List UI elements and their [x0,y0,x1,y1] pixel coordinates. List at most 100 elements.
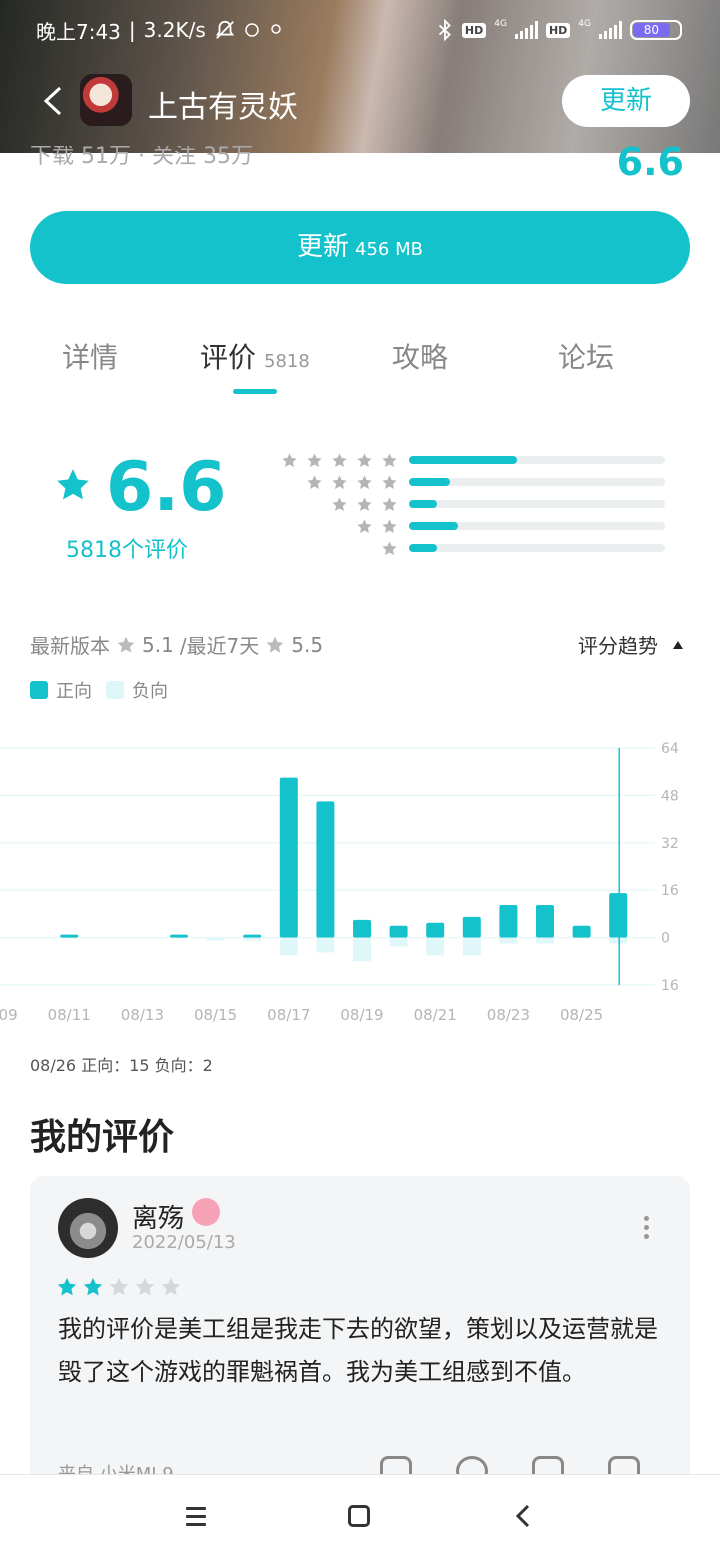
score-trend-toggle[interactable]: 评分趋势 [578,630,684,659]
y-tick-label: 64 [661,741,679,757]
distribution-bar-fill [409,478,450,486]
distribution-row [280,518,670,534]
x-tick-label: 08/21 [414,1006,457,1024]
distribution-bar-track [409,456,665,464]
bar-positive [389,925,408,938]
overall-score: 6.6 [106,448,227,527]
status-bar: 晚上7:43 | 3.2K/s HD 4G HD 4G 80 [36,14,682,46]
bluetooth-icon [438,19,451,41]
y-tick-label: 48 [661,788,679,804]
tab-indicator [233,389,277,394]
net-type: 4G [578,19,591,29]
location-icon [271,24,281,34]
review-date: 2022/05/13 [132,1232,236,1253]
distribution-stars [306,474,398,491]
star-icon [135,1277,155,1296]
x-tick-label: 08/11 [48,1006,91,1024]
app-title: 上古有灵妖 [148,90,298,125]
x-tick-label: 08/25 [560,1006,603,1024]
bar-positive [316,801,335,938]
bar-positive [462,916,481,938]
tab-reviews[interactable]: 评价 5818 [200,336,310,376]
legend-positive: 正向 [56,681,92,702]
distribution-bar-fill [409,500,438,508]
username: 离殇 [132,1204,185,1234]
menu-icon[interactable] [186,1507,206,1531]
recent-score: 5.5 [291,632,324,657]
tab-details[interactable]: 详情 [62,336,118,376]
distribution-bar-track [409,544,665,552]
rating-count: 5818个评价 [66,538,188,563]
app-icon [80,74,132,126]
distribution-row [280,452,670,468]
net-speed: 3.2K/s [143,18,206,42]
bell-muted-icon [215,20,234,39]
star-icon [57,469,89,500]
star-icon [282,453,297,467]
hd-badge: HD [461,22,487,38]
score-trend-chart[interactable]: 64 48 32 16 0 16 08/09 08/11 08/13 08/15 08/17 08/1… [0,730,720,1040]
update-download-button[interactable]: 更新 456 MB [30,211,690,284]
tab-forum[interactable]: 论坛 [558,336,614,376]
y-tick-label: 16 [661,883,679,899]
avatar[interactable] [58,1198,118,1258]
star-icon [357,519,372,533]
caret-up-icon [673,640,683,649]
legend-negative: 负向 [132,681,168,702]
back-arrow-icon[interactable] [40,86,66,116]
star-icon [266,636,284,653]
distribution-row [280,496,670,512]
y-tick-label: 0 [661,931,670,947]
bar-negative [426,937,445,956]
legend-swatch-negative [106,681,124,699]
bar-negative [279,937,298,956]
star-icon [307,475,322,489]
star-icon [109,1277,129,1296]
distribution-bar-fill [409,522,458,530]
star-icon [382,453,397,467]
user-rating [56,1276,182,1298]
distribution-stars [281,452,398,469]
distribution-row [280,540,670,556]
x-tick-label: 08/23 [487,1006,530,1024]
star-icon [382,519,397,533]
star-icon [332,497,347,511]
distribution-bar-fill [409,544,438,552]
bar-negative [389,937,408,947]
star-icon [307,453,322,467]
header-update-button[interactable]: 更新 [562,75,690,127]
tab-bar: 详情 评价 5818 攻略 论坛 [0,336,720,386]
star-icon [357,475,372,489]
signal-icon [599,21,622,39]
star-icon [332,475,347,489]
more-options-icon[interactable] [644,1216,650,1239]
star-icon [332,453,347,467]
bar-positive [609,893,628,938]
tab-guides[interactable]: 攻略 [392,336,448,376]
star-icon [382,475,397,489]
distribution-bar-track [409,500,665,508]
x-tick-label: 08/15 [194,1006,237,1024]
distribution-bar-track [409,478,665,486]
my-review-card[interactable]: 离殇 2022/05/13 我的评价是美工组是我走下去的欲望，策划以及运营就是毁… [30,1176,690,1496]
chart-legend: 正向 负向 [30,677,168,703]
app-notify-icon [245,23,259,37]
bar-negative [462,937,481,956]
star-icon [382,541,397,555]
battery-icon: 80 [630,20,682,40]
legend-swatch-positive [30,681,48,699]
star-icon [382,497,397,511]
bar-positive [536,905,554,938]
review-count: 5818 [264,351,310,372]
bar-positive [426,922,445,938]
update-label: 更新 [297,232,350,262]
nav-back-icon[interactable] [512,1503,534,1529]
distribution-row [280,474,670,490]
top-navbar: 上古有灵妖 更新 [0,72,720,130]
bar-positive [499,905,518,938]
my-review-title: 我的评价 [30,1117,175,1158]
bar-positive [572,925,591,938]
distribution-bar-fill [409,456,517,464]
home-icon[interactable] [348,1505,370,1527]
clock: 晚上7:43 [36,19,121,44]
